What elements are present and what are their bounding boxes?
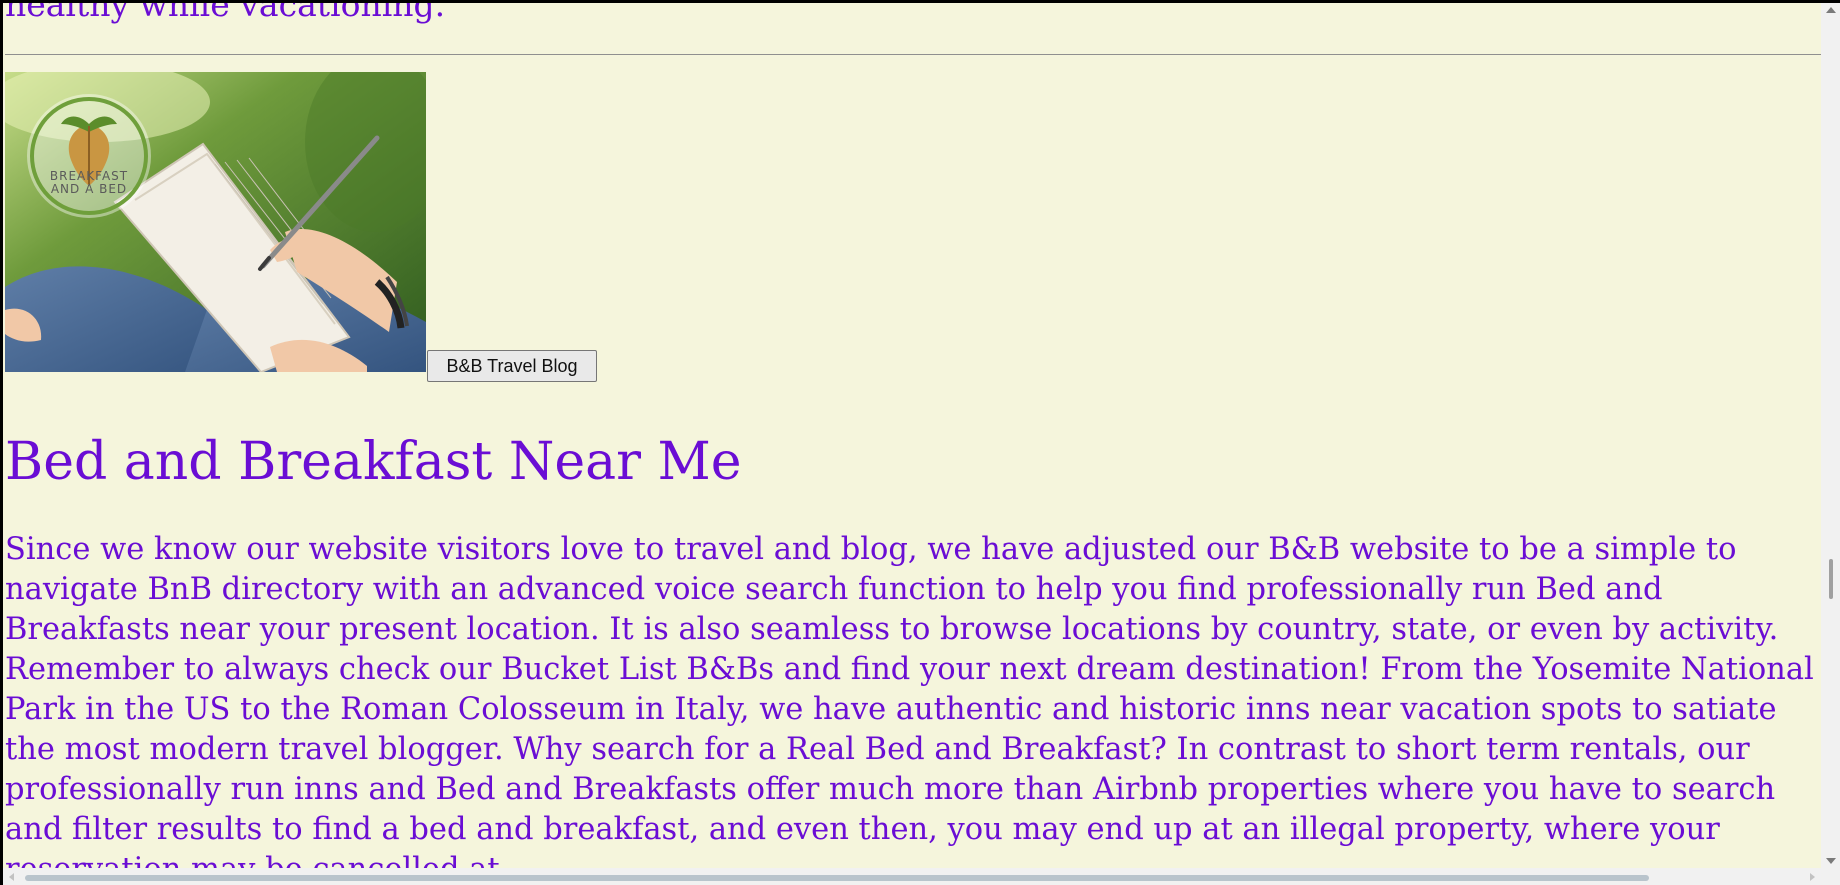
section-divider	[5, 54, 1821, 55]
scroll-left-arrow-icon[interactable]	[9, 873, 14, 881]
logo-wordmark: BREAKFAST AND A BED	[40, 170, 138, 196]
person-writing-notebook-image	[5, 72, 426, 372]
previous-paragraph-fragment: healthy while vacationing.	[5, 3, 446, 24]
page-content: healthy while vacationing. BREAKFAST AND…	[5, 3, 1821, 868]
vertical-scrollbar[interactable]	[1821, 3, 1840, 868]
page-title: Bed and Breakfast Near Me	[5, 432, 742, 492]
browser-viewport: healthy while vacationing. BREAKFAST AND…	[3, 3, 1821, 868]
travel-blog-promo: BREAKFAST AND A BED B&B Travel Blog	[5, 72, 1819, 383]
vertical-scroll-thumb[interactable]	[1829, 559, 1833, 599]
scroll-up-arrow-icon[interactable]	[1826, 7, 1836, 13]
breakfast-and-a-bed-logo	[27, 94, 151, 218]
horizontal-scrollbar[interactable]	[3, 868, 1821, 885]
horizontal-scroll-thumb[interactable]	[25, 875, 1649, 881]
travel-blog-image: BREAKFAST AND A BED	[5, 72, 426, 372]
bed-and-breakfast-description: Since we know our website visitors love …	[5, 532, 1814, 868]
travel-blog-button[interactable]: B&B Travel Blog	[427, 350, 597, 382]
logo-line-2: AND A BED	[50, 182, 128, 196]
scroll-down-arrow-icon[interactable]	[1826, 858, 1836, 864]
scroll-right-arrow-icon[interactable]	[1810, 873, 1815, 881]
scrollbar-corner	[1821, 868, 1840, 885]
